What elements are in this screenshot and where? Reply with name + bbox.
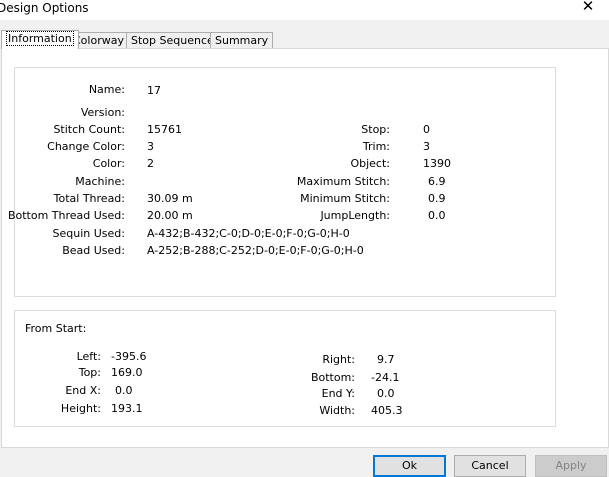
stitch-count-value: 15761 [147, 123, 182, 136]
bottom-thread-value: 20.00 m [147, 209, 193, 222]
end-y-value: 0.0 [377, 387, 395, 400]
tab-label: Summary [215, 34, 269, 47]
end-x-label: End X: [65, 384, 101, 397]
from-start-title: From Start: [25, 322, 87, 335]
bead-used-label: Bead Used: [62, 244, 125, 257]
object-label: Object: [350, 157, 390, 170]
bottom-value: -24.1 [371, 371, 400, 384]
bottom-label: Bottom: [310, 371, 355, 384]
machine-label: Machine: [75, 175, 125, 188]
tab-strip: Information Colorway Stop Sequence Summa… [0, 30, 609, 50]
sequin-used-value: A-432;B-432;C-0;D-0;E-0;F-0;G-0;H-0 [147, 227, 350, 240]
info-group: Name: 17 Version: Stitch Count: 15761 Ch… [8, 67, 556, 297]
ok-button[interactable]: Ok [373, 455, 446, 477]
bead-used-value: A-252;B-288;C-252;D-0;E-0;F-0;G-0;H-0 [147, 244, 364, 257]
maximum-stitch-value: 6.9 [428, 175, 446, 188]
color-value: 2 [147, 157, 154, 170]
tab-label: Colorway [73, 34, 124, 47]
tab-label: Stop Sequence [131, 34, 214, 47]
tab-stop-sequence[interactable]: Stop Sequence [126, 32, 219, 49]
stop-value: 0 [423, 123, 430, 136]
end-y-label: End Y: [321, 387, 355, 400]
end-x-value: 0.0 [115, 384, 133, 397]
trim-value: 3 [423, 140, 430, 153]
sequin-used-label: Sequin Used: [52, 227, 125, 240]
height-label: Height: [60, 402, 101, 415]
stitch-count-label: Stitch Count: [53, 123, 125, 136]
tab-label: Information [6, 31, 74, 46]
bottom-thread-label: Bottom Thread Used: [7, 209, 125, 222]
name-value: 17 [147, 84, 161, 97]
stop-label: Stop: [361, 123, 390, 136]
total-thread-value: 30.09 m [147, 192, 193, 205]
height-value: 193.1 [111, 402, 143, 415]
from-start-group: From Start: Left: -395.6 Top: 169.0 End … [14, 310, 556, 427]
width-label: Width: [319, 404, 355, 417]
total-thread-label: Total Thread: [53, 192, 125, 205]
object-value: 1390 [423, 157, 451, 170]
top-label: Top: [78, 366, 101, 379]
apply-button[interactable]: Apply [535, 455, 607, 477]
window-title: Design Options [0, 1, 89, 15]
left-label: Left: [76, 350, 101, 363]
tab-information[interactable]: Information [1, 30, 79, 49]
change-color-label: Change Color: [47, 140, 125, 153]
right-label: Right: [322, 353, 355, 366]
left-value: -395.6 [111, 350, 147, 363]
cancel-button[interactable]: Cancel [454, 455, 526, 477]
close-icon[interactable]: ✕ [578, 0, 598, 16]
name-label: Name: [88, 83, 125, 96]
jump-length-label: JumpLength: [320, 209, 390, 222]
version-label: Version: [80, 106, 125, 119]
right-value: 9.7 [377, 353, 395, 366]
color-label: Color: [92, 157, 125, 170]
tab-summary[interactable]: Summary [210, 32, 274, 49]
title-bar: Design Options ✕ [0, 0, 609, 20]
trim-label: Trim: [362, 140, 390, 153]
change-color-value: 3 [147, 140, 154, 153]
jump-length-value: 0.0 [428, 209, 446, 222]
minimum-stitch-label: Minimum Stitch: [300, 192, 390, 205]
minimum-stitch-value: 0.9 [428, 192, 446, 205]
top-value: 169.0 [111, 366, 143, 379]
maximum-stitch-label: Maximum Stitch: [296, 175, 390, 188]
width-value: 405.3 [371, 404, 403, 417]
